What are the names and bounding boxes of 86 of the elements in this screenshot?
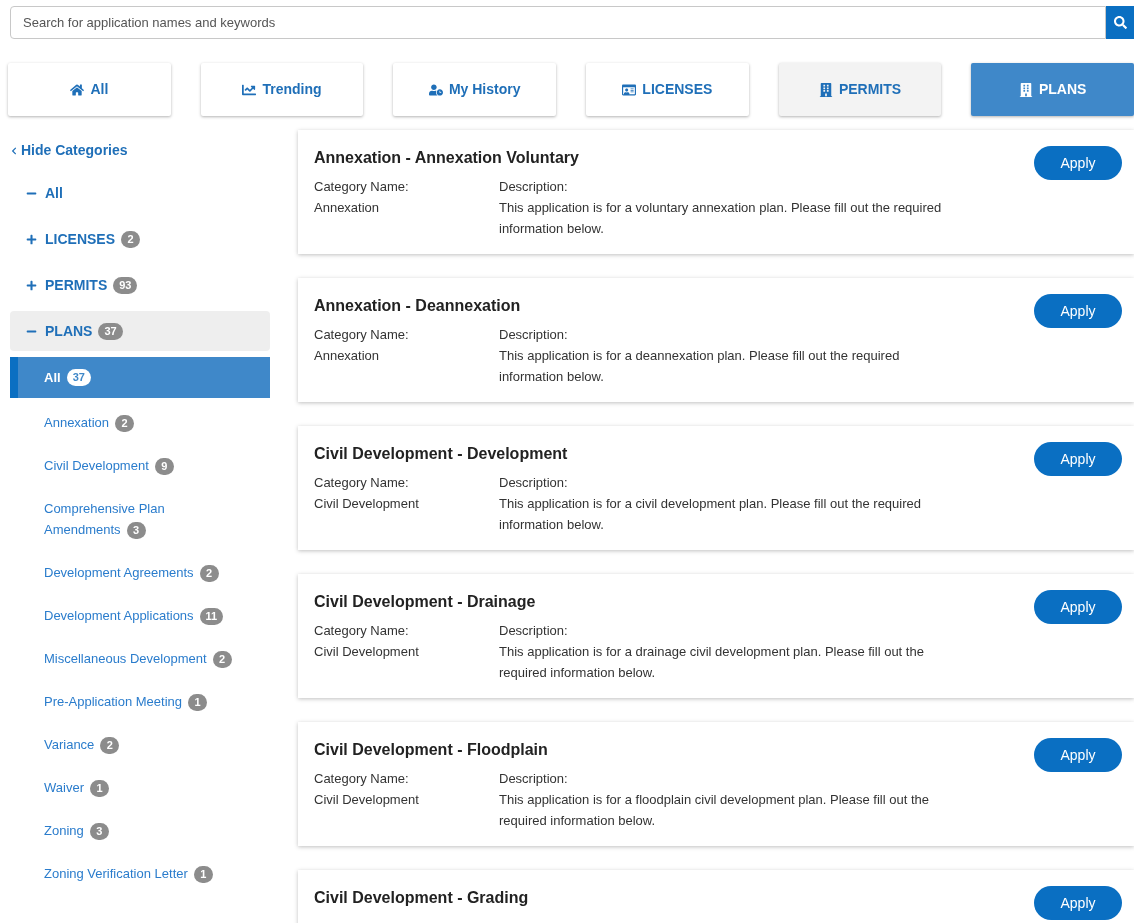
description-text: This application is for a floodplain civil development plan. Please fill out the required information below. bbox=[499, 791, 930, 830]
count-badge: 11 bbox=[199, 608, 224, 625]
count-badge: 3 bbox=[126, 522, 146, 539]
category-heading: Category Name: bbox=[314, 326, 410, 344]
application-title: Civil Development - Floodplain bbox=[314, 740, 549, 760]
category-value: Civil Development bbox=[314, 791, 420, 809]
subcategory-item[interactable]: Zoning Verification Letter 1 bbox=[10, 853, 270, 894]
category-tab[interactable]: Trending bbox=[200, 63, 364, 116]
description-text: This application is for a drainage civil development plan. Please fill out the required information below. bbox=[499, 643, 925, 682]
category-value: Annexation bbox=[314, 347, 381, 365]
category-label: PERMITS bbox=[45, 275, 108, 295]
category-label: All bbox=[45, 183, 63, 203]
search-icon bbox=[1113, 16, 1127, 29]
count-badge: 2 bbox=[100, 737, 120, 754]
plus-icon bbox=[26, 279, 37, 291]
subcategory-item[interactable]: Development Applications 11 bbox=[10, 595, 270, 636]
description-text: This application is for a civil development plan. Please fill out the required information below. bbox=[499, 495, 922, 534]
apply-button[interactable]: Apply bbox=[1034, 886, 1122, 920]
count-badge: 3 bbox=[89, 823, 109, 840]
category-item[interactable]: All bbox=[10, 173, 270, 213]
count-badge: 2 bbox=[115, 415, 135, 432]
category-item[interactable]: LICENSES 2 bbox=[10, 219, 270, 259]
category-tab[interactable]: PLANS bbox=[971, 63, 1134, 116]
category-item[interactable]: PERMITS 93 bbox=[10, 265, 270, 305]
user-clock-icon bbox=[428, 82, 443, 97]
description-heading: Description: bbox=[499, 326, 569, 344]
subcategory-item[interactable]: Comprehensive Plan Amendments 3 bbox=[10, 488, 270, 550]
application-title: Annexation - Deannexation bbox=[314, 296, 522, 316]
search-button[interactable] bbox=[1106, 6, 1134, 39]
application-title: Annexation - Annexation Voluntary bbox=[314, 148, 580, 168]
hide-categories-link[interactable]: Hide Categories bbox=[10, 140, 270, 161]
category-label: LICENSES bbox=[45, 229, 115, 249]
category-heading: Category Name: bbox=[314, 770, 410, 788]
building-icon bbox=[1018, 82, 1033, 97]
subcategory-item[interactable]: Pre-Application Meeting 1 bbox=[10, 681, 270, 722]
count-badge: 1 bbox=[193, 866, 213, 883]
subcategory-item[interactable]: Miscellaneous Development 2 bbox=[10, 638, 270, 679]
subcategory-item[interactable]: Development Agreements 2 bbox=[10, 552, 270, 593]
category-heading: Category Name: bbox=[314, 474, 410, 492]
id-card-icon bbox=[622, 82, 637, 97]
apply-button[interactable]: Apply bbox=[1034, 294, 1122, 328]
description-heading: Description: bbox=[499, 770, 569, 788]
category-item[interactable]: PLANS 37 bbox=[10, 311, 270, 351]
count-badge: 2 bbox=[121, 230, 140, 248]
count-badge: 93 bbox=[113, 276, 138, 294]
apply-button[interactable]: Apply bbox=[1034, 738, 1122, 772]
chevron-left-icon bbox=[10, 146, 18, 155]
application-title: Civil Development - Grading bbox=[314, 888, 530, 908]
description-heading: Description: bbox=[499, 622, 569, 640]
description-heading: Description: bbox=[499, 178, 569, 196]
building-icon bbox=[818, 82, 833, 97]
description-text: This application is for a voluntary annexation plan. Please fill out the required information below. bbox=[499, 199, 943, 238]
category-value: Civil Development bbox=[314, 495, 420, 513]
apply-button[interactable]: Apply bbox=[1034, 146, 1122, 180]
subcategory-item[interactable]: Waiver 1 bbox=[10, 767, 270, 808]
subcategory-item[interactable]: All 37 bbox=[10, 357, 270, 398]
category-value: Civil Development bbox=[314, 643, 420, 661]
category-tab[interactable]: My History bbox=[393, 63, 556, 116]
count-badge: 37 bbox=[98, 322, 123, 340]
category-heading: Category Name: bbox=[314, 622, 410, 640]
count-badge: 1 bbox=[188, 694, 208, 711]
subcategory-item[interactable]: Zoning 3 bbox=[10, 810, 270, 851]
category-tab[interactable]: LICENSES bbox=[586, 63, 749, 116]
category-label: PLANS bbox=[45, 321, 93, 341]
apply-button[interactable]: Apply bbox=[1034, 590, 1122, 624]
subcategory-item[interactable]: Variance 2 bbox=[10, 724, 270, 765]
application-title: Civil Development - Drainage bbox=[314, 592, 537, 612]
application-title: Civil Development - Development bbox=[314, 444, 569, 464]
count-badge: 1 bbox=[89, 780, 109, 797]
category-tab[interactable]: PERMITS bbox=[778, 63, 942, 116]
home-icon bbox=[70, 82, 85, 97]
category-value: Annexation bbox=[314, 199, 381, 217]
description-text: This application is for a deannexation plan. Please fill out the required information below. bbox=[499, 347, 901, 386]
subcategory-item[interactable]: Annexation 2 bbox=[10, 402, 270, 443]
description-heading: Description: bbox=[499, 474, 569, 492]
count-badge: 2 bbox=[212, 651, 232, 668]
count-badge: 37 bbox=[66, 369, 91, 386]
category-tab[interactable]: All bbox=[8, 63, 171, 116]
category-heading: Category Name: bbox=[314, 178, 410, 196]
subcategory-item[interactable]: Civil Development 9 bbox=[10, 445, 270, 486]
count-badge: 2 bbox=[199, 565, 219, 582]
plus-icon bbox=[26, 233, 37, 245]
count-badge: 9 bbox=[154, 458, 174, 475]
chart-icon bbox=[242, 82, 257, 97]
apply-button[interactable]: Apply bbox=[1034, 442, 1122, 476]
search-field[interactable]: Search for application names and keywords bbox=[10, 6, 1106, 39]
